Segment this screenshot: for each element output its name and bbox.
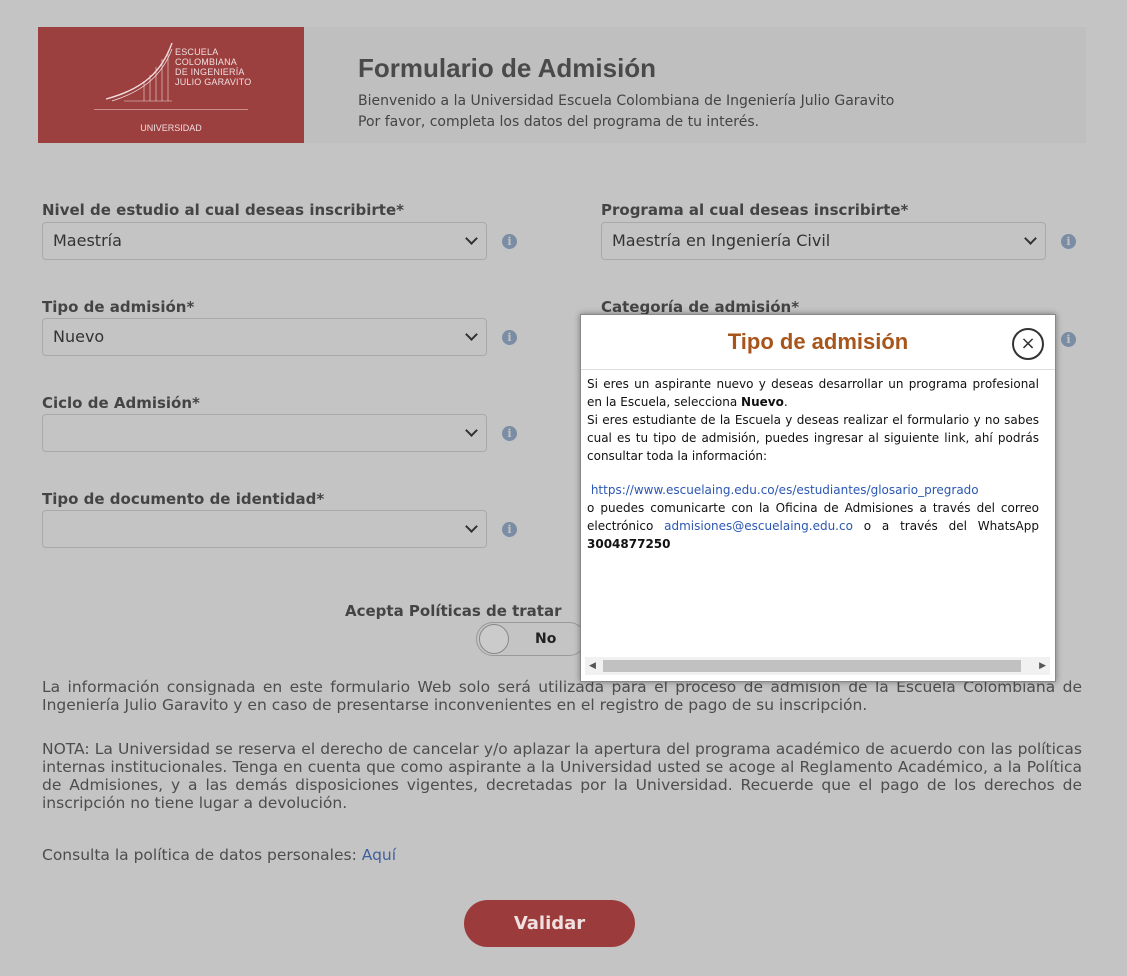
- welcome-text: Bienvenido a la Universidad Escuela Colo…: [358, 93, 895, 109]
- logo-line-3: DE INGENIERÍA: [175, 67, 245, 77]
- glosario-link[interactable]: https://www.escuelaing.edu.co/es/estudia…: [591, 483, 979, 497]
- page-title: Formulario de Admisión: [358, 53, 657, 83]
- scrollbar-thumb[interactable]: [603, 660, 1021, 672]
- university-logo: ESCUELA COLOMBIANA DE INGENIERÍA JULIO G…: [38, 27, 304, 143]
- ciclo-select[interactable]: [42, 414, 487, 452]
- nivel-select[interactable]: Maestría: [42, 222, 487, 260]
- instructions-text: Por favor, completa los datos del progra…: [358, 114, 760, 130]
- whatsapp-number: 3004877250: [587, 537, 671, 551]
- info-icon[interactable]: i: [502, 426, 517, 441]
- header-banner: ESCUELA COLOMBIANA DE INGENIERÍA JULIO G…: [38, 27, 1086, 143]
- logo-divider: [94, 109, 248, 110]
- ciclo-label: Ciclo de Admisión*: [42, 394, 200, 412]
- chevron-down-icon: [465, 424, 478, 437]
- modal-bold-nuevo: Nuevo: [741, 395, 784, 409]
- validar-button[interactable]: Validar: [464, 900, 635, 947]
- nivel-value: Maestría: [53, 231, 122, 250]
- info-icon[interactable]: i: [1061, 332, 1076, 347]
- modal-paragraph-2: Si eres estudiante de la Escuela y desea…: [587, 413, 1039, 463]
- modal-paragraph-1: Si eres un aspirante nuevo y deseas desa…: [587, 375, 1039, 411]
- policy-toggle[interactable]: No: [476, 622, 586, 656]
- programa-label: Programa al cual deseas inscribirte*: [601, 201, 909, 219]
- scroll-right-icon[interactable]: ▶: [1039, 661, 1046, 671]
- email-link[interactable]: admisiones@escuelaing.edu.co: [664, 519, 853, 533]
- logo-line-2: COLOMBIANA: [175, 57, 238, 67]
- modal-text: Si eres un aspirante nuevo y deseas desa…: [587, 377, 1039, 409]
- modal-text: .: [783, 395, 788, 409]
- close-icon[interactable]: ×: [1012, 328, 1044, 360]
- logo-line-4: JULIO GARAVITO: [175, 77, 252, 87]
- modal-body: Si eres un aspirante nuevo y deseas desa…: [587, 375, 1039, 655]
- logo-line-1: ESCUELA: [175, 47, 219, 57]
- modal-text: o a través del WhatsApp: [852, 519, 1039, 533]
- modal-title: Tipo de admisión: [727, 329, 909, 354]
- consulta-text: Consulta la política de datos personales…: [42, 846, 362, 864]
- info-icon[interactable]: i: [502, 330, 517, 345]
- chevron-down-icon: [1024, 232, 1037, 245]
- programa-value: Maestría en Ingeniería Civil: [612, 231, 831, 250]
- tipo-admision-modal: Tipo de admisión × Si eres un aspirante …: [580, 314, 1056, 682]
- tipo-admision-select[interactable]: Nuevo: [42, 318, 487, 356]
- logo-graphic-icon: [105, 42, 173, 102]
- modal-divider: [581, 369, 1055, 370]
- logo-subtitle: UNIVERSIDAD: [140, 123, 202, 133]
- info-icon[interactable]: i: [502, 234, 517, 249]
- programa-select[interactable]: Maestría en Ingeniería Civil: [601, 222, 1046, 260]
- modal-paragraph-3: o puedes comunicarte con la Oficina de A…: [587, 499, 1039, 553]
- horizontal-scrollbar[interactable]: ◀ ▶: [585, 657, 1050, 675]
- tipo-admision-value: Nuevo: [53, 327, 105, 346]
- chevron-down-icon: [465, 328, 478, 341]
- tipo-documento-label: Tipo de documento de identidad*: [42, 490, 325, 508]
- tipo-documento-select[interactable]: [42, 510, 487, 548]
- chevron-down-icon: [465, 520, 478, 533]
- toggle-knob: [479, 624, 509, 654]
- info-paragraph: La información consignada en este formul…: [42, 678, 1082, 714]
- policy-label: Acepta Políticas de tratar: [345, 602, 562, 620]
- toggle-state: No: [535, 631, 557, 647]
- info-icon[interactable]: i: [502, 522, 517, 537]
- nota-paragraph: NOTA: La Universidad se reserva el derec…: [42, 740, 1082, 812]
- nivel-label: Nivel de estudio al cual deseas inscribi…: [42, 201, 404, 219]
- modal-link-line: https://www.escuelaing.edu.co/es/estudia…: [587, 481, 1039, 499]
- info-icon[interactable]: i: [1061, 234, 1076, 249]
- chevron-down-icon: [465, 232, 478, 245]
- tipo-admision-label: Tipo de admisión*: [42, 298, 195, 316]
- politica-link[interactable]: Aquí: [362, 846, 396, 864]
- consulta-line: Consulta la política de datos personales…: [42, 846, 1090, 864]
- scroll-left-icon[interactable]: ◀: [589, 661, 596, 671]
